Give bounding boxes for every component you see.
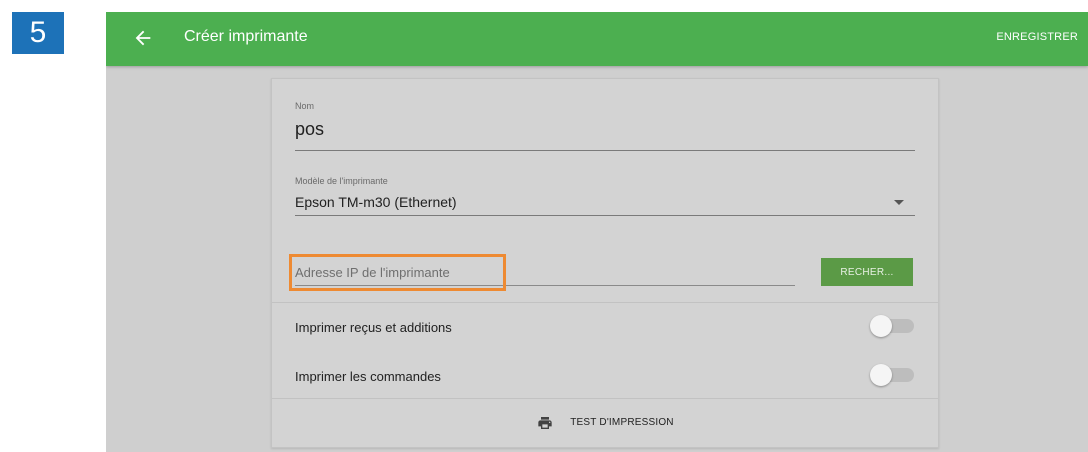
- name-field[interactable]: pos: [295, 119, 324, 140]
- print-orders-toggle[interactable]: [870, 364, 916, 386]
- section-divider: [272, 302, 938, 303]
- page-title: Créer imprimante: [184, 28, 308, 45]
- printer-model-select[interactable]: Epson TM-m30 (Ethernet): [295, 194, 457, 210]
- step-number-badge: 5: [12, 12, 64, 54]
- ip-address-input[interactable]: [295, 259, 795, 286]
- printer-form-card: Nom pos Modèle de l'imprimante Epson TM-…: [271, 78, 939, 448]
- name-field-label: Nom: [295, 101, 315, 111]
- search-button[interactable]: RECHER...: [821, 258, 913, 286]
- print-receipts-label: Imprimer reçus et additions: [295, 320, 452, 335]
- toggle-thumb: [870, 364, 892, 386]
- arrow-left-icon[interactable]: [132, 27, 154, 49]
- app-screen: Créer imprimante ENREGISTRER Nom pos Mod…: [106, 12, 1088, 452]
- name-field-underline: [295, 150, 915, 151]
- toggle-thumb: [870, 315, 892, 337]
- printer-model-underline: [295, 215, 915, 216]
- app-bar: Créer imprimante ENREGISTRER: [106, 12, 1088, 66]
- test-print-label: TEST D'IMPRESSION: [570, 417, 674, 428]
- printer-icon: [538, 416, 552, 429]
- save-button[interactable]: ENREGISTRER: [996, 31, 1078, 43]
- print-orders-label: Imprimer les commandes: [295, 369, 441, 384]
- dropdown-arrow-icon[interactable]: [894, 200, 904, 205]
- print-receipts-toggle[interactable]: [870, 315, 916, 337]
- test-print-button[interactable]: TEST D'IMPRESSION: [272, 399, 938, 446]
- printer-model-label: Modèle de l'imprimante: [295, 176, 388, 186]
